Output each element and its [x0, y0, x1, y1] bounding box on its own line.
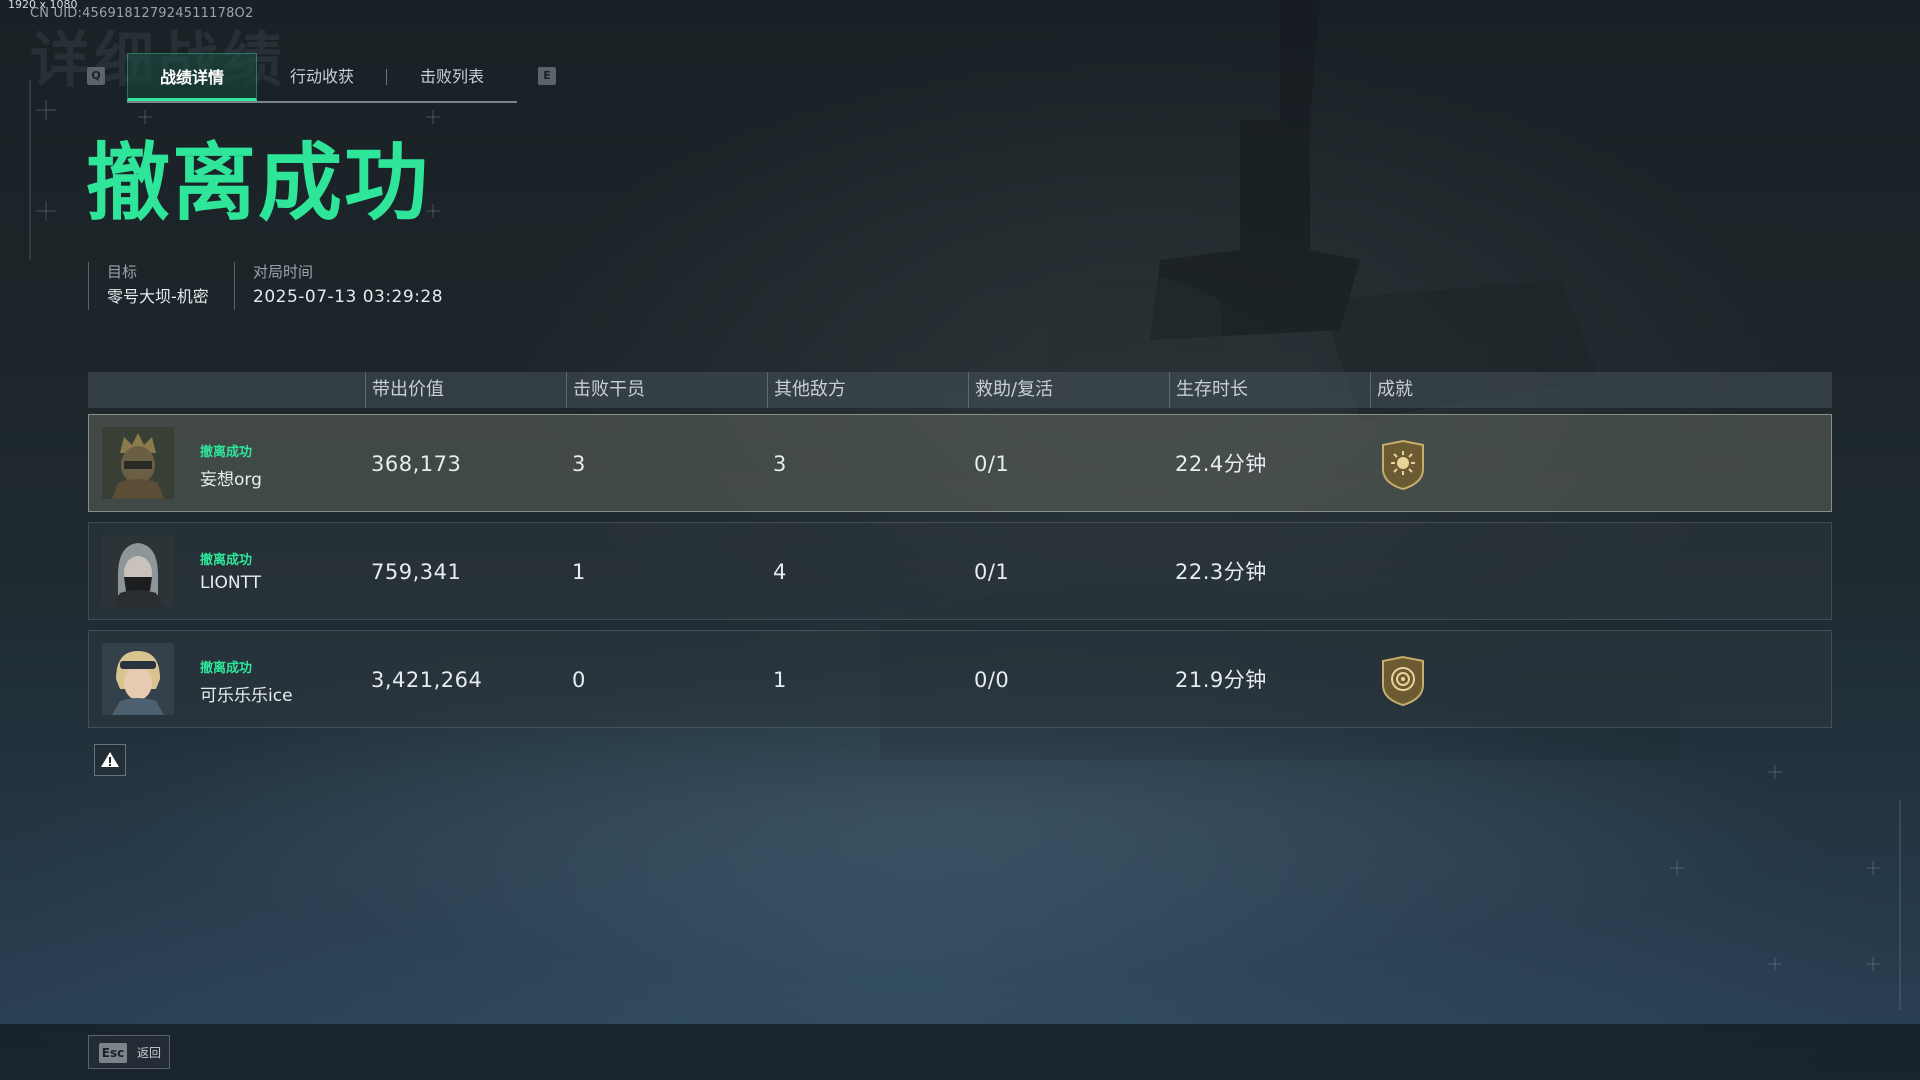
tab-label: 战绩详情	[159, 68, 224, 87]
extracted-value: 3,421,264	[371, 668, 483, 692]
target-value: 零号大坝-机密	[107, 287, 209, 306]
column-header-operator-kills: 击败干员	[566, 372, 645, 408]
match-time-info: 对局时间 2025-07-13 03:29:28	[234, 262, 443, 310]
next-tab-key-hint[interactable]: E	[538, 67, 556, 85]
tab-bar: 战绩详情 行动收获 击败列表	[127, 53, 517, 103]
column-header-achievement: 成就	[1370, 372, 1413, 408]
assist-revive: 0/1	[974, 560, 1010, 584]
back-button[interactable]: Esc 返回	[88, 1035, 170, 1069]
bottom-bar	[0, 1024, 1920, 1080]
extraction-status: 撤离成功	[200, 661, 253, 676]
column-header-assist-revive: 救助/复活	[968, 372, 1053, 408]
operator-kills: 0	[572, 668, 586, 692]
esc-key-hint: Esc	[99, 1043, 127, 1063]
assist-revive: 0/1	[974, 452, 1010, 476]
player-name: 可乐乐乐ice	[200, 686, 293, 706]
tab-kill-list[interactable]: 击败列表	[387, 53, 517, 101]
prev-tab-key-hint[interactable]: Q	[87, 67, 105, 85]
survival-time: 21.9分钟	[1175, 668, 1267, 692]
back-label: 返回	[137, 1046, 162, 1060]
tab-label: 行动收获	[289, 67, 354, 86]
extraction-status: 撤离成功	[200, 553, 253, 568]
extraction-result-title: 撤离成功	[86, 134, 431, 232]
player-avatar	[102, 535, 174, 607]
warning-icon	[101, 752, 119, 767]
operator-kills: 1	[572, 560, 586, 584]
player-avatar	[102, 427, 174, 499]
other-kills: 3	[773, 452, 787, 476]
target-label: 目标	[107, 263, 138, 281]
player-avatar	[102, 643, 174, 715]
assist-revive: 0/0	[974, 668, 1010, 692]
survival-time: 22.4分钟	[1175, 452, 1267, 476]
player-name: 妄想org	[200, 470, 262, 490]
operator-kills: 3	[572, 452, 586, 476]
player-name: LIONTT	[200, 573, 262, 593]
target-info: 目标 零号大坝-机密	[88, 262, 209, 310]
extraction-status: 撤离成功	[200, 445, 253, 460]
match-time-value: 2025-07-13 03:29:28	[253, 287, 444, 307]
survival-time: 22.3分钟	[1175, 560, 1267, 584]
sun-emblem-icon[interactable]	[1379, 439, 1427, 491]
column-header-other-kills: 其他敌方	[767, 372, 846, 408]
player-row[interactable]: 撤离成功 妄想org 368,173 3 3 0/1 22.4分钟	[88, 414, 1832, 512]
extracted-value: 368,173	[371, 452, 462, 476]
column-header-extracted-value: 带出价值	[365, 372, 444, 408]
tab-action-gains[interactable]: 行动收获	[257, 53, 387, 101]
player-row[interactable]: 撤离成功 LIONTT 759,341 1 4 0/1 22.3分钟	[88, 522, 1832, 620]
tab-label: 击败列表	[419, 67, 484, 86]
player-row[interactable]: 撤离成功 可乐乐乐ice 3,421,264 0 1 0/0 21.9分钟	[88, 630, 1832, 728]
extracted-value: 759,341	[371, 560, 462, 584]
target-emblem-icon[interactable]	[1379, 655, 1427, 707]
report-button[interactable]	[94, 744, 126, 776]
stats-table-header: 带出价值 击败干员 其他敌方 救助/复活 生存时长 成就	[88, 372, 1832, 408]
column-header-survival-time: 生存时长	[1169, 372, 1248, 408]
match-time-label: 对局时间	[253, 263, 314, 281]
other-kills: 1	[773, 668, 787, 692]
tab-battle-details[interactable]: 战绩详情	[127, 53, 257, 101]
other-kills: 4	[773, 560, 787, 584]
